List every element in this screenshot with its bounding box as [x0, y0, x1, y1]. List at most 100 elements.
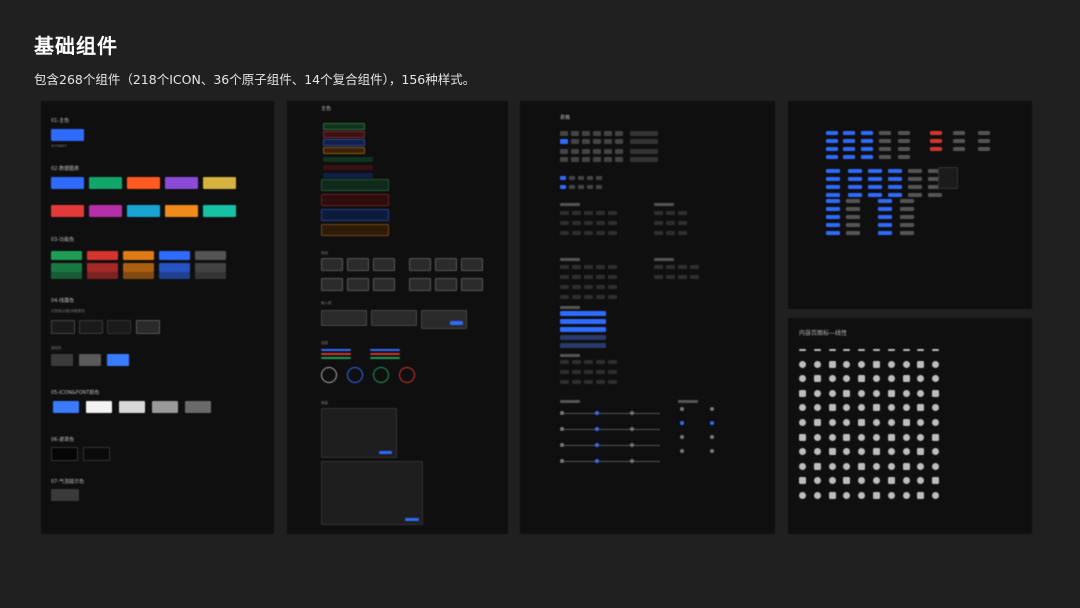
glyph-icon: [828, 492, 836, 499]
form-chip: [593, 139, 601, 144]
form-chip: [604, 149, 612, 154]
tag: [879, 131, 891, 135]
tag: [843, 155, 855, 159]
glyph-icon: [828, 433, 836, 441]
table-cell: [666, 231, 675, 235]
chart-swatch: [165, 205, 198, 217]
glyph-icon: [917, 360, 925, 368]
tag: [900, 223, 914, 227]
glyph-icon: [799, 492, 806, 499]
table-cell: [608, 231, 617, 235]
tag: [826, 131, 838, 135]
form-chip: [596, 176, 602, 180]
table-cell: [608, 295, 617, 299]
glyph-icon: [932, 492, 940, 499]
step-dot: [560, 459, 564, 463]
table-heading: [560, 203, 580, 206]
radio-dot: [710, 449, 714, 453]
glyph-icon: [799, 375, 806, 383]
glyph-icon: [932, 462, 940, 470]
table-cell: [666, 221, 675, 225]
table-cell: [678, 211, 687, 215]
form-chip: [571, 149, 579, 154]
glyph-icon: [813, 448, 821, 456]
tag: [908, 185, 922, 189]
table-cell: [608, 380, 617, 384]
tag: [826, 231, 840, 235]
glyph-icon: [843, 448, 851, 456]
glyph-icon: [813, 389, 821, 397]
table-cell: [584, 295, 593, 299]
section-bubble-color: 07-气泡提示色: [51, 479, 85, 485]
glyph-icon: [858, 492, 866, 499]
chart-swatch: [203, 177, 236, 189]
table-cell: [572, 231, 581, 235]
table-cell: [654, 275, 663, 279]
tag: [898, 131, 910, 135]
form-chip: [615, 149, 623, 154]
table-cell: [678, 265, 687, 269]
table-cell: [666, 265, 675, 269]
tag: [846, 231, 860, 235]
function-swatch: [195, 272, 226, 279]
tag: [930, 131, 942, 135]
form-chip: [560, 139, 568, 144]
glyph-icon: [858, 360, 866, 368]
table-cell: [654, 231, 663, 235]
step-dot: [595, 427, 599, 431]
table-cell: [596, 380, 605, 384]
form-chip: [604, 157, 612, 162]
glyph-icon: [813, 404, 821, 412]
form-chip: [587, 185, 593, 189]
panel2-title: 主色: [321, 106, 332, 112]
step-dot: [630, 427, 634, 431]
table-cell: [596, 275, 605, 279]
glyph-icon: [799, 419, 806, 426]
demo-button: [347, 278, 369, 291]
step-line: [560, 445, 660, 446]
glyph-icon: [917, 375, 925, 383]
demo-button: [409, 258, 431, 271]
tag: [826, 155, 838, 159]
glyph-icon: [858, 477, 866, 485]
form-chip: [587, 176, 593, 180]
step-dot: [595, 443, 599, 447]
icon-swatch: [152, 401, 178, 413]
step-dot: [595, 459, 599, 463]
chart-swatch: [51, 205, 84, 217]
glyph-icon: [873, 360, 880, 368]
function-swatch: [51, 263, 82, 272]
tag: [861, 155, 873, 159]
tag: [826, 139, 838, 143]
tag: [978, 131, 990, 135]
demo-button: [321, 278, 343, 291]
table-row: [560, 343, 606, 348]
radio-dot: [680, 449, 684, 453]
table-cell: [678, 221, 687, 225]
icon-swatch: [119, 401, 145, 413]
glyph-icon: [843, 433, 851, 441]
glyph-icon: [917, 419, 925, 426]
table-cell: [596, 265, 605, 269]
glyph-icon: [887, 477, 895, 485]
radio-dot: [680, 421, 684, 425]
table-cell: [584, 265, 593, 269]
table-cell: [596, 231, 605, 235]
glyph-icon: [799, 448, 806, 456]
tag: [908, 177, 922, 181]
chart-swatch: [203, 205, 236, 217]
table-cell: [596, 295, 605, 299]
table-heading: [654, 258, 674, 261]
glyph-icon: [813, 462, 821, 470]
form-chip: [582, 157, 590, 162]
tag: [868, 185, 882, 189]
tag: [843, 139, 855, 143]
glyph-icon: [843, 360, 851, 368]
panel5-title: 内容页图标—线性: [799, 330, 848, 337]
table-cell: [584, 285, 593, 289]
glyph-icon: [843, 404, 851, 412]
step-dot: [630, 459, 634, 463]
table-cell: [608, 265, 617, 269]
tag: [826, 169, 840, 173]
glyph-icon: [902, 348, 910, 351]
